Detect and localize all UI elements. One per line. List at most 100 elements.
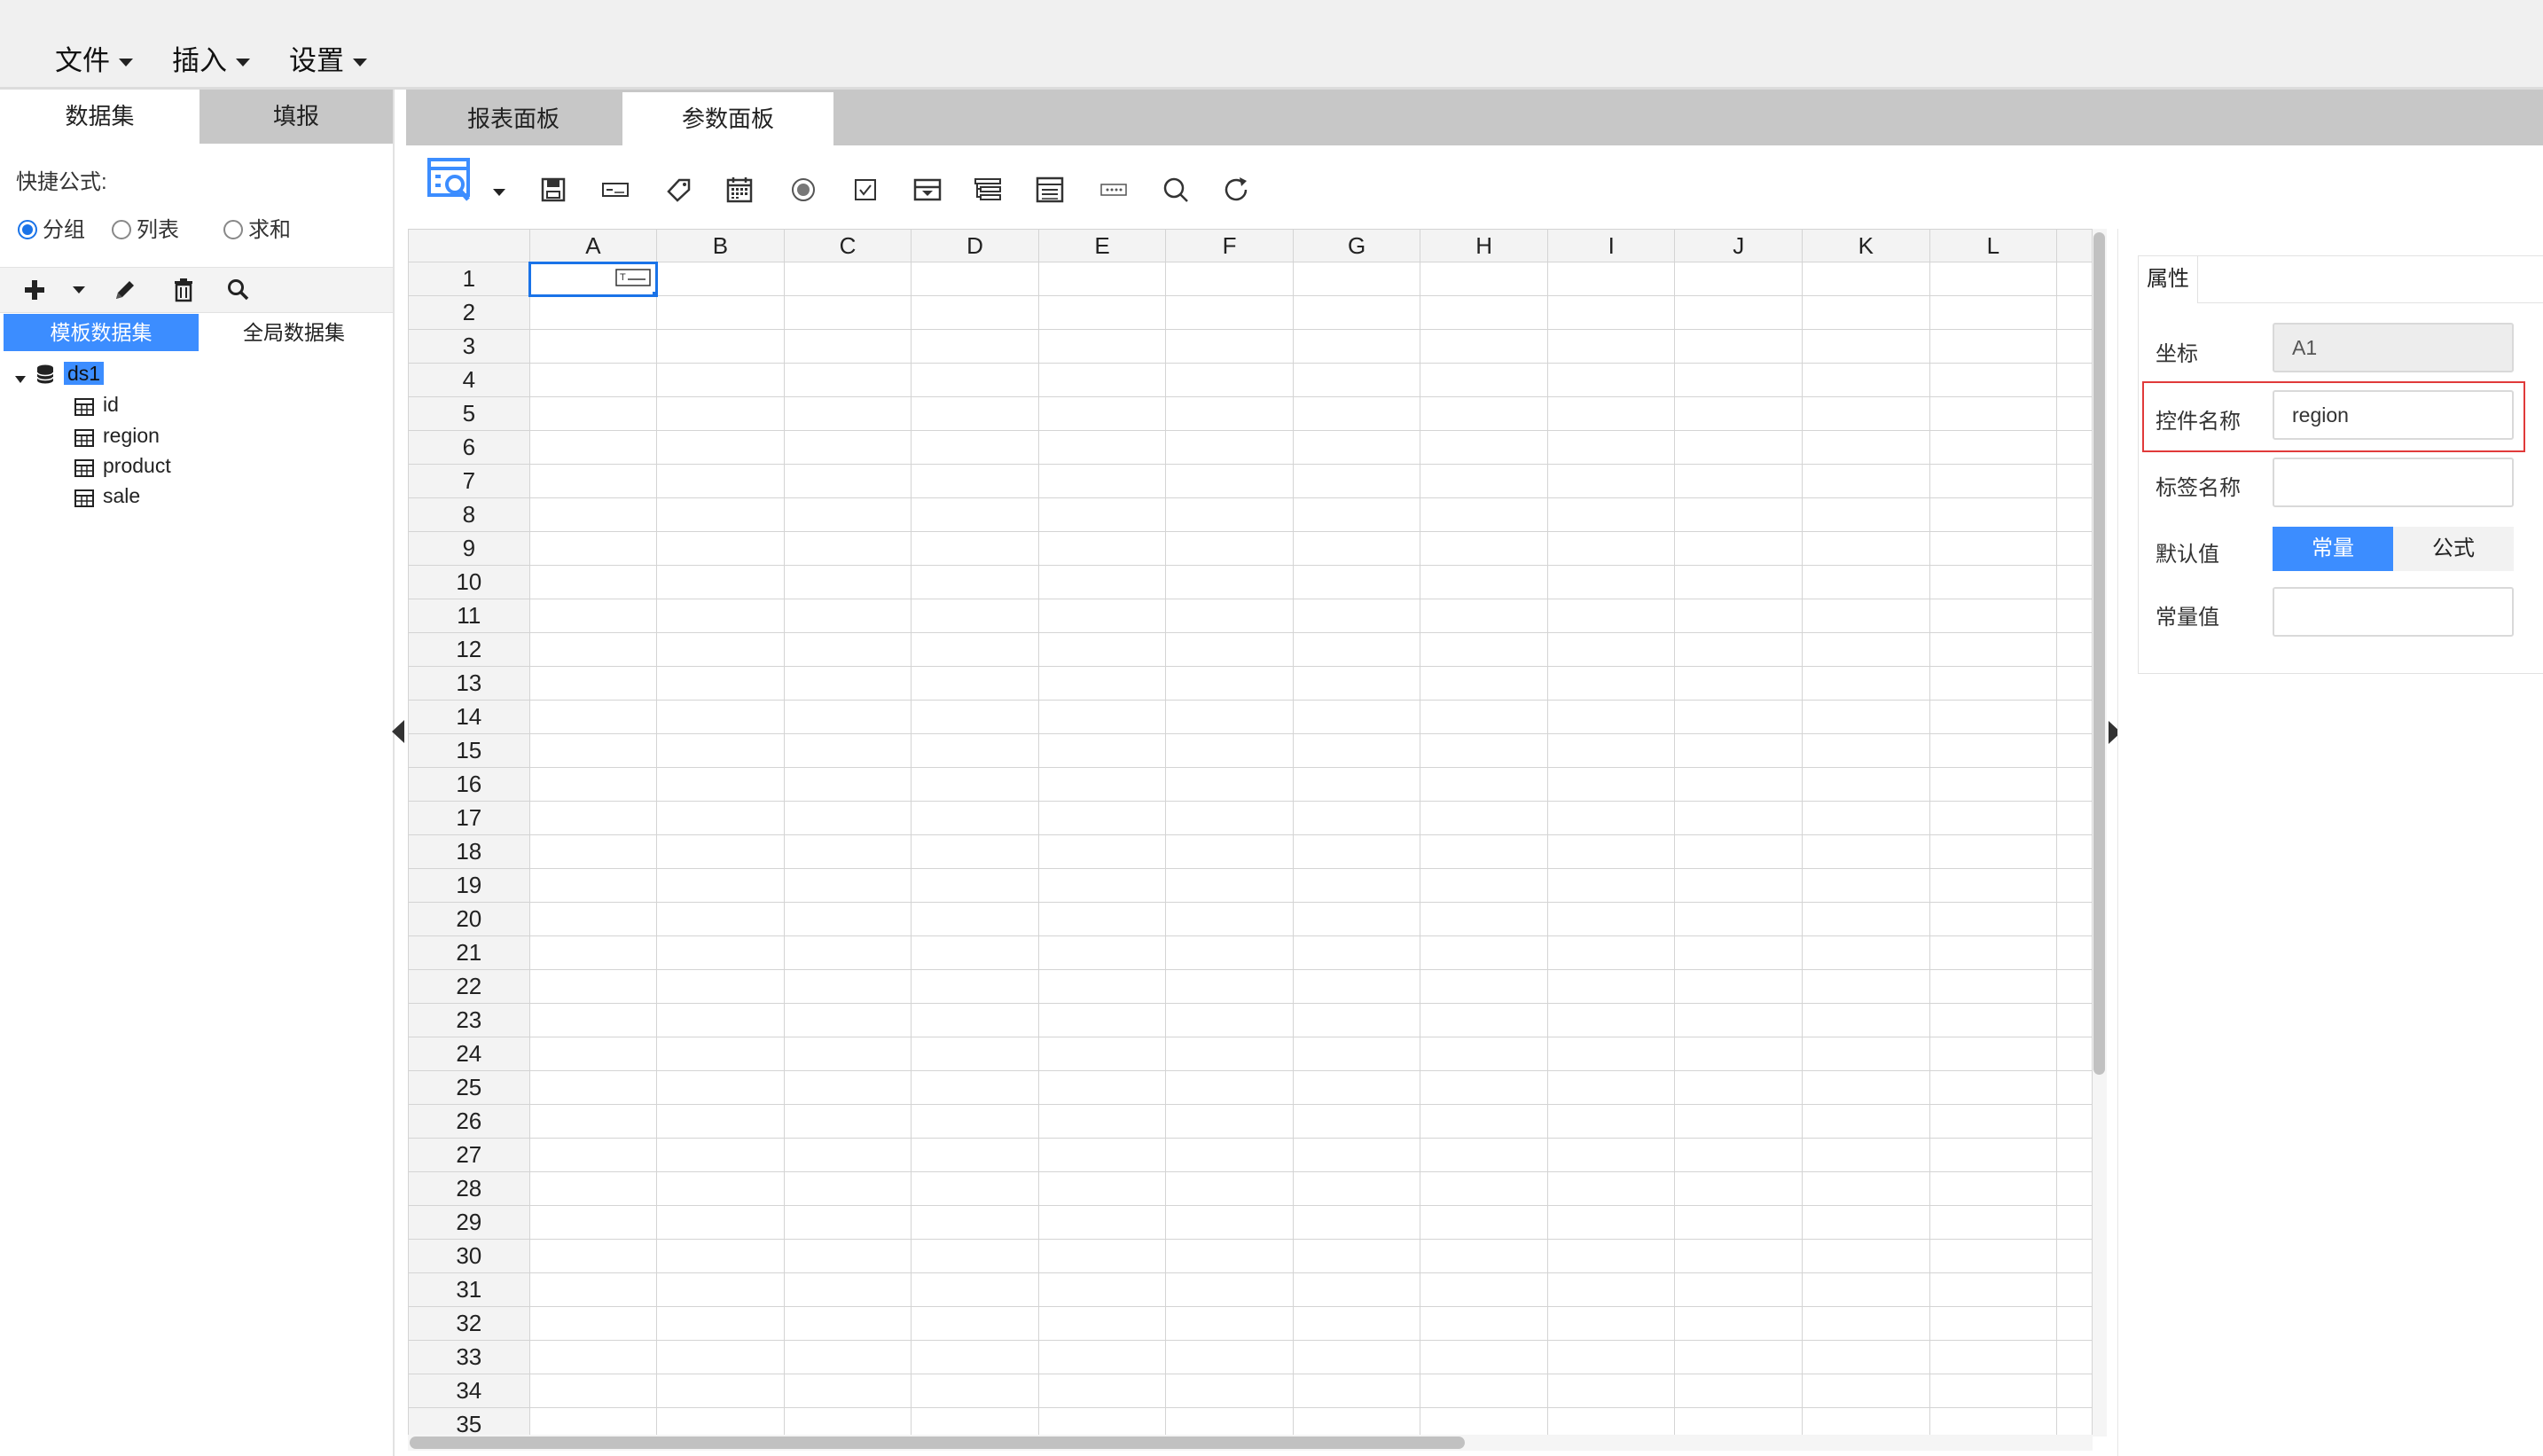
sheet-cell[interactable]	[528, 902, 658, 936]
sheet-cell[interactable]	[1420, 1070, 1548, 1105]
column-header[interactable]: J	[1674, 229, 1803, 262]
sheet-cell[interactable]	[1165, 1104, 1294, 1139]
sheet-cell[interactable]	[528, 1037, 658, 1071]
sheet-cell[interactable]	[1929, 1037, 2058, 1071]
sheet-cell[interactable]	[1802, 1407, 1930, 1436]
sheet-cell[interactable]	[1929, 733, 2058, 768]
sheet-cell[interactable]	[1292, 1239, 1421, 1273]
sheet-cell[interactable]	[1037, 834, 1167, 869]
sheet-cell[interactable]	[1802, 1037, 1930, 1071]
sheet-cell[interactable]	[911, 1205, 1039, 1240]
sheet-cell[interactable]	[911, 935, 1039, 970]
sheet-cell[interactable]	[1929, 969, 2058, 1004]
menu-settings[interactable]: 设置	[289, 39, 367, 83]
sheet-cell[interactable]	[1546, 935, 1676, 970]
sheet-cell-selected[interactable]: T	[528, 261, 658, 297]
sheet-cell[interactable]	[1674, 497, 1803, 532]
sheet-cell[interactable]	[1674, 969, 1803, 1004]
sheet-cell[interactable]	[911, 1272, 1039, 1307]
sheet-cell[interactable]	[783, 1171, 912, 1206]
sheet-cell[interactable]	[1546, 1138, 1676, 1172]
sheet-cell[interactable]	[528, 969, 658, 1004]
sheet-cell[interactable]	[1292, 1272, 1421, 1307]
chevron-down-icon[interactable]	[488, 181, 511, 204]
sheet-cell[interactable]	[656, 1037, 785, 1071]
sheet-cell[interactable]	[1802, 1239, 1930, 1273]
corner-cell[interactable]	[408, 229, 530, 262]
sheet-cell[interactable]	[528, 1003, 658, 1037]
sheet-cell[interactable]	[656, 1003, 785, 1037]
sheet-cell[interactable]	[1420, 1104, 1548, 1139]
sheet-cell[interactable]	[1546, 1407, 1676, 1436]
sheet-cell[interactable]	[911, 834, 1039, 869]
sheet-cell[interactable]	[1420, 1407, 1548, 1436]
sheet-cell[interactable]	[528, 1306, 658, 1341]
sheet-cell[interactable]	[783, 363, 912, 397]
sheet-cell[interactable]	[1674, 801, 1803, 835]
sheet-cell[interactable]	[1037, 531, 1167, 566]
sheet-cell[interactable]	[1165, 1037, 1294, 1071]
sheet-cell[interactable]	[528, 295, 658, 330]
sheet-cell[interactable]	[1546, 700, 1676, 734]
sheet-cell[interactable]	[1802, 666, 1930, 701]
sheet-cell[interactable]	[1546, 1374, 1676, 1408]
sheet-cell[interactable]	[1802, 733, 1930, 768]
sheet-cell[interactable]	[1546, 1070, 1676, 1105]
sheet-cell[interactable]	[1674, 363, 1803, 397]
sheet-cell[interactable]	[1292, 1138, 1421, 1172]
row-header[interactable]: 35	[408, 1407, 530, 1436]
list-widget-icon[interactable]	[1032, 172, 1068, 207]
sheet-cell[interactable]	[1802, 497, 1930, 532]
tab-template-dataset[interactable]: 模板数据集	[4, 314, 199, 351]
sheet-cell[interactable]	[1674, 1104, 1803, 1139]
tab-dataset[interactable]: 数据集	[0, 90, 200, 144]
sheet-cell[interactable]	[911, 733, 1039, 768]
sheet-cell[interactable]	[783, 767, 912, 802]
sheet-cell[interactable]	[783, 935, 912, 970]
sheet-cell[interactable]	[528, 632, 658, 667]
sheet-cell[interactable]	[1929, 834, 2058, 869]
sheet-cell[interactable]	[656, 969, 785, 1004]
sheet-cell[interactable]	[1292, 767, 1421, 802]
tree-node-ds1[interactable]: ds1	[14, 358, 105, 388]
sheet-cell[interactable]	[1929, 599, 2058, 633]
sheet-cell[interactable]	[528, 700, 658, 734]
sheet-cell[interactable]	[656, 1138, 785, 1172]
sheet-cell[interactable]	[1292, 666, 1421, 701]
sheet-cell[interactable]	[1546, 565, 1676, 599]
sheet-cell[interactable]	[1292, 464, 1421, 498]
sheet-cell[interactable]	[911, 1070, 1039, 1105]
sheet-cell[interactable]	[1802, 464, 1930, 498]
sheet-cell[interactable]	[1037, 363, 1167, 397]
sheet-cell[interactable]	[1292, 599, 1421, 633]
sheet-cell[interactable]	[1165, 632, 1294, 667]
checkbox-widget-icon[interactable]	[848, 172, 883, 207]
sheet-cell[interactable]	[911, 666, 1039, 701]
sheet-cell[interactable]	[1546, 599, 1676, 633]
sheet-cell[interactable]	[1037, 1306, 1167, 1341]
row-header[interactable]: 26	[408, 1104, 530, 1139]
sheet-cell[interactable]	[911, 767, 1039, 802]
sheet-cell[interactable]	[1674, 1138, 1803, 1172]
row-header[interactable]: 24	[408, 1037, 530, 1071]
sheet-cell[interactable]	[1165, 767, 1294, 802]
tree-widget-icon[interactable]	[970, 172, 1005, 207]
sheet-cell[interactable]	[1802, 834, 1930, 869]
sheet-cell[interactable]	[528, 1239, 658, 1273]
sheet-cell[interactable]	[1292, 396, 1421, 431]
sheet-cell[interactable]	[528, 767, 658, 802]
sheet-cell[interactable]	[1165, 262, 1294, 296]
sheet-cell[interactable]	[911, 1306, 1039, 1341]
sheet-cell[interactable]	[1802, 599, 1930, 633]
date-picker-icon[interactable]	[722, 172, 757, 207]
row-header[interactable]: 33	[408, 1340, 530, 1374]
row-header[interactable]: 11	[408, 599, 530, 633]
sheet-cell[interactable]	[911, 599, 1039, 633]
sheet-cell[interactable]	[1037, 632, 1167, 667]
sheet-cell[interactable]	[1546, 801, 1676, 835]
row-header[interactable]: 23	[408, 1003, 530, 1037]
sheet-cell[interactable]	[656, 1374, 785, 1408]
sheet-cell[interactable]	[1420, 262, 1548, 296]
sheet-cell[interactable]	[1037, 969, 1167, 1004]
row-header[interactable]: 5	[408, 396, 530, 431]
